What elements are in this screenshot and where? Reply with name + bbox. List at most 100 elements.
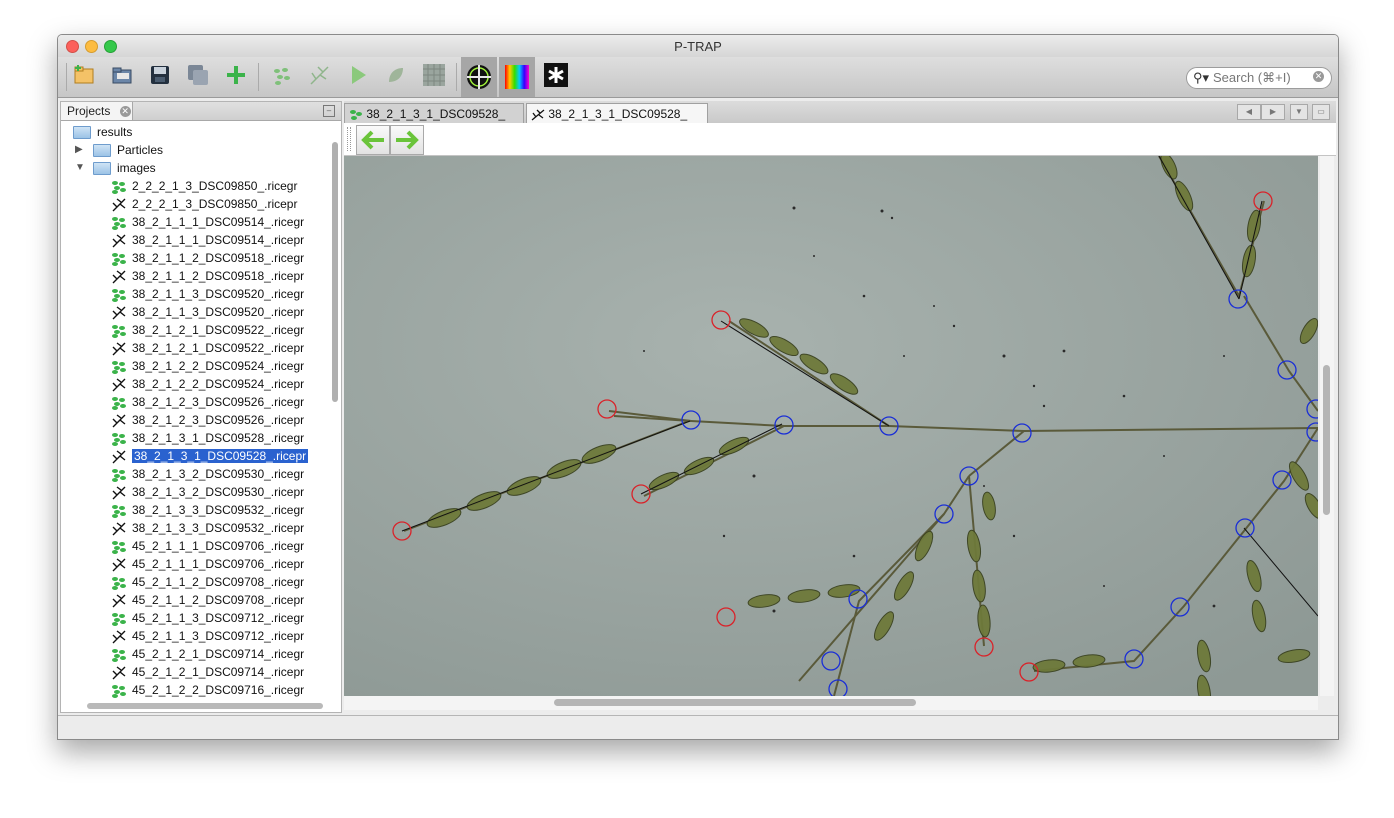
detect-skeleton-button[interactable] [306,61,334,89]
skeleton-file-icon [112,666,126,680]
tree-root-label: results [97,125,133,139]
tree-file-label: 38_2_1_2_1_DSC09522_.ricepr [132,341,305,355]
forward-button[interactable] [390,125,424,155]
tree-file-item[interactable]: 38_2_1_3_3_DSC09532_.ricepr [111,519,304,537]
tree-root-results[interactable]: results [63,123,132,141]
tree-file-item[interactable]: 45_2_1_1_2_DSC09708_.ricepr [111,591,304,609]
grain-file-icon [112,684,126,698]
tree-file-item[interactable]: 45_2_1_1_1_DSC09706_.ricegr [111,537,304,555]
scroll-tabs-left-button[interactable]: ◀ [1237,104,1261,120]
tab-projects[interactable]: Projects ✕ [61,102,133,120]
skeleton-file-icon [112,234,126,248]
skeleton-file-icon [112,486,126,500]
back-button[interactable] [356,125,390,155]
grain-file-icon [112,648,126,662]
leaf-button[interactable] [382,61,410,89]
tree-file-item[interactable]: 2_2_2_1_3_DSC09850_.ricepr [111,195,297,213]
grain-file-icon [112,252,126,266]
tree-file-item[interactable]: 45_2_1_2_1_DSC09714_.ricegr [111,645,304,663]
tree-file-item[interactable]: 2_2_2_1_3_DSC09850_.ricegr [111,177,297,195]
open-project-button[interactable] [108,61,136,89]
projects-panel: Projects ✕ – results ▶ Particles ▼ image… [60,101,342,713]
tree-file-label: 45_2_1_2_2_DSC09716_.ricegr [132,683,305,697]
tree-file-label: 38_2_1_2_2_DSC09524_.ricepr [132,377,305,391]
asterisk-button[interactable] [542,61,570,89]
folder-icon [73,126,91,140]
new-project-button[interactable] [70,61,98,89]
projects-tab-bar: Projects ✕ – [61,102,341,121]
panicle-image-canvas[interactable] [344,156,1318,696]
tree-file-label: 38_2_1_1_2_DSC09518_.ricepr [132,269,305,283]
asterisk-icon [544,63,568,87]
tree-file-item[interactable]: 38_2_1_3_2_DSC09530_.ricepr [111,483,304,501]
expand-caret-icon[interactable]: ▶ [75,141,83,159]
editor-tab-ricepr[interactable]: 38_2_1_3_1_DSC09528_ ✕ [526,103,708,141]
tree-file-item[interactable]: 38_2_1_1_1_DSC09514_.ricepr [111,231,304,249]
tab-list-button[interactable]: ▼ [1290,104,1308,120]
tree-file-item[interactable]: 38_2_1_2_3_DSC09526_.ricegr [111,393,304,411]
tree-file-item[interactable]: 45_2_1_1_1_DSC09706_.ricepr [111,555,304,573]
tree-folder-images[interactable]: ▼ images [75,159,156,177]
project-tree: results ▶ Particles ▼ images 2_2_2_1_3_D… [61,121,331,701]
tree-file-label: 38_2_1_2_1_DSC09522_.ricegr [132,323,305,337]
tree-file-item[interactable]: 45_2_1_2_2_DSC09716_.ricegr [111,681,304,699]
tree-file-item[interactable]: 45_2_1_1_3_DSC09712_.ricepr [111,627,304,645]
tree-vertical-scrollbar[interactable] [332,142,338,402]
skeleton-file-icon [112,414,126,428]
tree-file-label: 45_2_1_1_3_DSC09712_.ricegr [132,611,305,625]
image-horizontal-scroll-thumb[interactable] [554,699,916,706]
skeleton-file-icon [112,450,126,464]
grid-icon [423,64,445,86]
tree-file-item[interactable]: 38_2_1_2_1_DSC09522_.ricegr [111,321,304,339]
tree-file-item[interactable]: 38_2_1_1_2_DSC09518_.ricegr [111,249,304,267]
skeleton-icon [531,109,545,121]
color-spectrum-button[interactable] [499,57,535,97]
add-button[interactable] [222,61,250,89]
tree-file-item[interactable]: 38_2_1_2_2_DSC09524_.ricepr [111,375,304,393]
crosshair-button[interactable] [461,57,497,97]
grain-file-icon [112,540,126,554]
save-button[interactable] [146,61,174,89]
minimize-panel-icon[interactable]: – [323,105,335,117]
editor-tab-ricegr[interactable]: 38_2_1_3_1_DSC09528_ ✕ [344,103,524,141]
folder-icon [93,162,111,176]
tree-file-item[interactable]: 45_2_1_1_2_DSC09708_.ricegr [111,573,304,591]
tree-file-item[interactable]: 38_2_1_1_3_DSC09520_.ricepr [111,303,304,321]
detect-particles-button[interactable] [268,61,296,89]
tree-horizontal-scrollbar[interactable] [87,703,323,709]
run-button[interactable] [344,61,372,89]
close-tab-icon[interactable]: ✕ [119,106,131,118]
tree-file-item[interactable]: 38_2_1_3_1_DSC09528_.ricegr [111,429,304,447]
image-vertical-scroll-thumb[interactable] [1323,365,1330,515]
grain-file-icon [112,324,126,338]
tree-file-item[interactable]: 38_2_1_2_3_DSC09526_.ricepr [111,411,304,429]
app-window: P-TRAP ⚲▾ Search (⌘+I) ✕ Projects ✕ – re… [57,34,1339,740]
tree-file-item[interactable]: 38_2_1_3_3_DSC09532_.ricegr [111,501,304,519]
tree-file-item[interactable]: 45_2_1_1_3_DSC09712_.ricegr [111,609,304,627]
skeleton-icon [310,66,329,85]
plus-icon [227,66,245,84]
spectrum-icon [505,65,529,89]
tree-file-label: 38_2_1_3_2_DSC09530_.ricegr [132,467,305,481]
maximize-editor-button[interactable]: ▭ [1312,104,1330,120]
particles-icon [274,68,290,85]
tree-folder-particles[interactable]: ▶ Particles [75,141,163,159]
tree-file-item[interactable]: 38_2_1_3_2_DSC09530_.ricegr [111,465,304,483]
tree-file-label: 45_2_1_1_2_DSC09708_.ricepr [132,593,305,607]
tree-file-item[interactable]: 38_2_1_2_2_DSC09524_.ricegr [111,357,304,375]
grid-button[interactable] [420,61,448,89]
save-all-button[interactable] [184,61,212,89]
scroll-tabs-right-button[interactable]: ▶ [1261,104,1285,120]
tree-file-item[interactable]: 38_2_1_1_2_DSC09518_.ricepr [111,267,304,285]
tree-file-item[interactable]: 38_2_1_3_1_DSC09528_.ricepr [111,447,309,465]
clear-search-icon[interactable]: ✕ [1313,71,1324,82]
tree-file-item[interactable]: 45_2_1_2_1_DSC09714_.ricepr [111,663,304,681]
tree-folder-label: Particles [117,143,164,157]
collapse-caret-icon[interactable]: ▼ [75,159,85,177]
search-input[interactable]: ⚲▾ Search (⌘+I) ✕ [1186,67,1332,89]
tree-file-item[interactable]: 38_2_1_1_3_DSC09520_.ricegr [111,285,304,303]
tree-file-item[interactable]: 38_2_1_2_1_DSC09522_.ricepr [111,339,304,357]
tree-file-item[interactable]: 38_2_1_1_1_DSC09514_.ricegr [111,213,304,231]
grain-file-icon [112,612,126,626]
editor-tab-label: 38_2_1_3_1_DSC09528_ [366,107,506,121]
